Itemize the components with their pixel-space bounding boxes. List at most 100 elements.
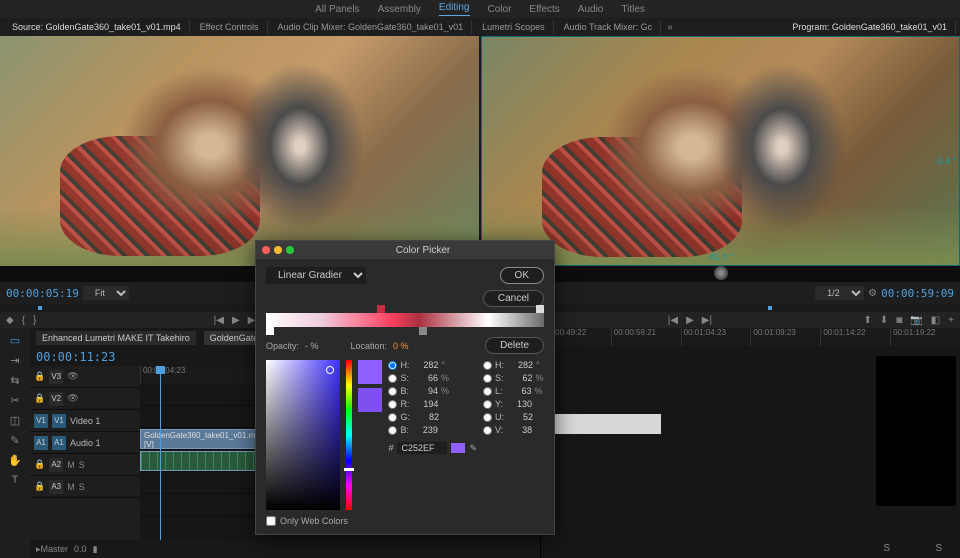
hand-tool-icon[interactable]: ✋ — [7, 452, 23, 468]
ok-button[interactable]: OK — [500, 267, 544, 284]
menu-assembly[interactable]: Assembly — [378, 4, 421, 15]
track-head-v1[interactable]: V1 V1 Video 1 — [30, 410, 140, 432]
tab-audio-track-mixer[interactable]: Audio Track Mixer: Gc — [556, 20, 662, 34]
menu-color[interactable]: Color — [488, 4, 512, 15]
minimize-icon[interactable] — [274, 246, 282, 254]
program-zoom-dropdown[interactable]: 1/2 — [815, 286, 864, 300]
step-back-icon[interactable]: |◀ — [668, 315, 678, 326]
value-b[interactable]: 94 — [412, 386, 438, 396]
play-icon[interactable]: ▶ — [686, 315, 694, 326]
tab-audio-clip-mixer[interactable]: Audio Clip Mixer: GoldenGate360_take01_v… — [270, 20, 473, 34]
value-s[interactable]: 66 — [412, 373, 438, 383]
gradient-stop[interactable] — [377, 305, 385, 313]
track-head-a3[interactable]: 🔒 A3 M S — [30, 476, 140, 498]
track-head-a1[interactable]: A1 A1 Audio 1 — [30, 432, 140, 454]
cancel-button[interactable]: Cancel — [483, 290, 544, 307]
razor-tool-icon[interactable]: ✂ — [7, 392, 23, 408]
track-toggle-a1[interactable]: A1 — [52, 436, 66, 450]
radio-hl[interactable] — [483, 361, 492, 370]
source-zoom-dropdown[interactable]: Fit — [83, 286, 129, 300]
pen-tool-icon[interactable]: ✎ — [7, 432, 23, 448]
lock-icon[interactable]: 🔒 — [34, 459, 45, 470]
track-toggle-v1[interactable]: V1 — [52, 414, 66, 428]
location-value[interactable]: 0 % — [393, 341, 409, 351]
saturation-value-box[interactable] — [266, 360, 340, 510]
src-a1[interactable]: A1 — [34, 436, 48, 450]
export-frame-icon[interactable]: ◙ — [896, 315, 902, 326]
track-toggle-v3[interactable]: V3 — [49, 370, 63, 384]
hue-slider[interactable] — [346, 360, 352, 510]
selected-clip[interactable] — [541, 414, 661, 434]
tab-source[interactable]: Source: GoldenGate360_take01_v01.mp4 — [4, 20, 190, 34]
current-color-swatch[interactable] — [358, 360, 382, 384]
value-u[interactable]: 52 — [507, 412, 533, 422]
selection-tool-icon[interactable]: ▭ — [7, 332, 23, 348]
vr-orbit-knob[interactable] — [714, 266, 728, 280]
menu-titles[interactable]: Titles — [621, 4, 645, 15]
program-timecode[interactable]: 00:00:59:09 — [881, 287, 954, 300]
radio-v[interactable] — [483, 426, 492, 435]
radio-r[interactable] — [388, 400, 397, 409]
safe-margins-icon[interactable]: ◧ — [931, 315, 940, 326]
marker-icon[interactable]: ◆ — [6, 315, 14, 326]
eye-icon[interactable]: 👁 — [67, 393, 78, 404]
maximize-icon[interactable] — [286, 246, 294, 254]
value-l[interactable]: 63 — [506, 386, 532, 396]
track-toggle-v2[interactable]: V2 — [49, 392, 63, 406]
eye-icon[interactable]: 👁 — [67, 371, 78, 382]
delete-button[interactable]: Delete — [485, 337, 544, 354]
track-head-v3[interactable]: 🔒 V3 👁 — [30, 366, 140, 388]
lift-icon[interactable]: ⬆ — [863, 315, 871, 326]
radio-s[interactable] — [388, 374, 397, 383]
in-point-icon[interactable]: { — [22, 315, 25, 326]
close-icon[interactable] — [262, 246, 270, 254]
value-hl[interactable]: 282 — [507, 360, 533, 370]
gradient-stop[interactable] — [536, 305, 544, 313]
playhead[interactable] — [160, 366, 161, 540]
menu-all-panels[interactable]: All Panels — [315, 4, 359, 15]
track-head-a2[interactable]: 🔒 A2 M S — [30, 454, 140, 476]
extract-icon[interactable]: ⬇ — [880, 315, 888, 326]
radio-g[interactable] — [388, 413, 397, 422]
tab-program[interactable]: Program: GoldenGate360_take01_v01 — [784, 20, 956, 34]
value-g[interactable]: 82 — [413, 412, 439, 422]
gradient-bar[interactable] — [266, 313, 544, 327]
value-r[interactable]: 194 — [412, 399, 438, 409]
lock-icon[interactable]: 🔒 — [34, 371, 45, 382]
value-y[interactable]: 130 — [506, 399, 532, 409]
lock-icon[interactable]: 🔒 — [34, 481, 45, 492]
right-time-ruler[interactable]: 00:00:49:22 00:00:59:21 00:01:04:23 00:0… — [541, 328, 960, 346]
value-bl[interactable]: 239 — [412, 425, 438, 435]
gradient-stop[interactable] — [419, 327, 427, 335]
step-forward-icon[interactable]: ▶| — [702, 315, 712, 326]
slip-tool-icon[interactable]: ◫ — [7, 412, 23, 428]
track-select-tool-icon[interactable]: ⇥ — [7, 352, 23, 368]
track-head-v2[interactable]: 🔒 V2 👁 — [30, 388, 140, 410]
type-tool-icon[interactable]: T — [7, 472, 23, 488]
radio-h[interactable] — [388, 361, 397, 370]
track-toggle-a2[interactable]: A2 — [49, 458, 63, 472]
plus-icon[interactable]: + — [948, 315, 954, 326]
hex-input[interactable] — [397, 442, 447, 454]
step-back-icon[interactable]: |◀ — [214, 315, 224, 326]
source-timecode[interactable]: 00:00:05:19 — [6, 287, 79, 300]
hue-handle[interactable] — [344, 468, 354, 471]
radio-b[interactable] — [388, 387, 397, 396]
menu-effects[interactable]: Effects — [529, 4, 559, 15]
source-video-frame[interactable] — [0, 36, 479, 266]
sequence-tab-1[interactable]: Enhanced Lumetri MAKE IT Takehiro — [36, 331, 196, 345]
solo-s[interactable]: S — [79, 482, 85, 492]
out-point-icon[interactable]: } — [33, 315, 36, 326]
gradient-stop[interactable] — [266, 327, 274, 335]
lock-icon[interactable]: 🔒 — [34, 393, 45, 404]
value-sl[interactable]: 62 — [507, 373, 533, 383]
play-icon[interactable]: ▶ — [232, 315, 240, 326]
settings-icon[interactable]: ⚙ — [868, 288, 877, 299]
dialog-titlebar[interactable]: Color Picker — [256, 241, 554, 259]
program-video-frame[interactable] — [481, 36, 960, 266]
radio-l[interactable] — [483, 387, 492, 396]
value-h[interactable]: 282 — [412, 360, 438, 370]
track-toggle-a3[interactable]: A3 — [49, 480, 63, 494]
right-clip-area[interactable]: S S — [541, 346, 960, 558]
master-meter-icon[interactable]: ▮ — [93, 544, 98, 555]
